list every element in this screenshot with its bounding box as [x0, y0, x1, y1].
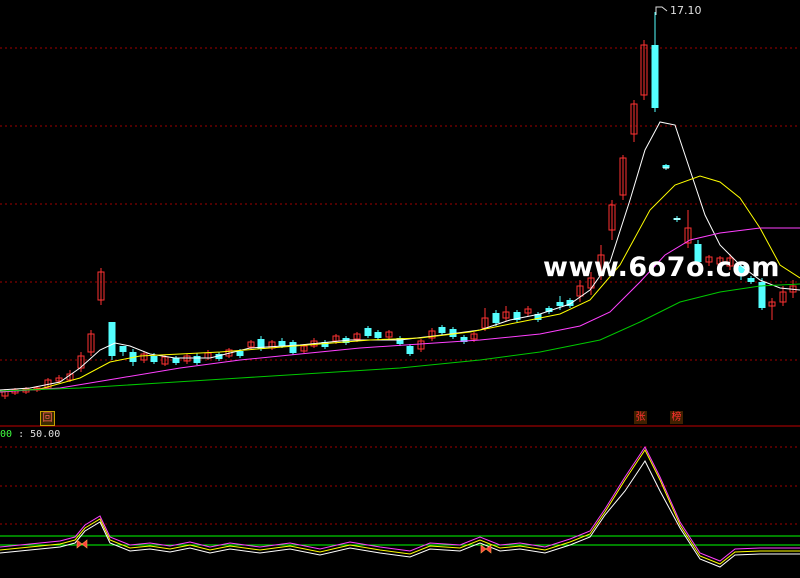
chart-canvas[interactable] [0, 0, 800, 578]
candle-body-down [172, 358, 180, 363]
zhang-badge[interactable]: 张 [634, 411, 647, 424]
indicator-label: 00 : 50.00 [0, 429, 60, 440]
signal-butterfly-icon [76, 539, 88, 549]
candle-body-down [150, 356, 158, 362]
candle-body-down [289, 342, 297, 353]
candle-body-down [278, 341, 286, 346]
bang-badge[interactable]: 榜 [670, 411, 683, 424]
candle-body-down [236, 351, 244, 356]
candle-body-down [364, 328, 372, 336]
candle-body-down [492, 313, 500, 323]
candle-body-down [119, 346, 127, 352]
stock-chart[interactable]: 17.10 www.6o7o.com 回 张 榜 00 : 50.00 [0, 0, 800, 578]
candle-body-down [406, 346, 414, 354]
indicator-label-prefix: 00 [0, 429, 13, 440]
back-badge[interactable]: 回 [40, 411, 55, 426]
candle-body-down [108, 322, 116, 356]
signal-butterfly-icon [480, 544, 492, 554]
high-marker-leader [655, 6, 668, 15]
candle-body-down [193, 356, 201, 363]
high-price-label: 17.10 [670, 4, 702, 17]
candle-body-down [438, 327, 446, 333]
candle-body-down [651, 45, 659, 108]
watermark-text: www.6o7o.com [543, 252, 780, 283]
osc-line-white [0, 460, 800, 568]
candle-body-down [556, 302, 564, 306]
indicator-label-value: : 50.00 [18, 429, 61, 440]
candle-body-down [374, 332, 382, 338]
